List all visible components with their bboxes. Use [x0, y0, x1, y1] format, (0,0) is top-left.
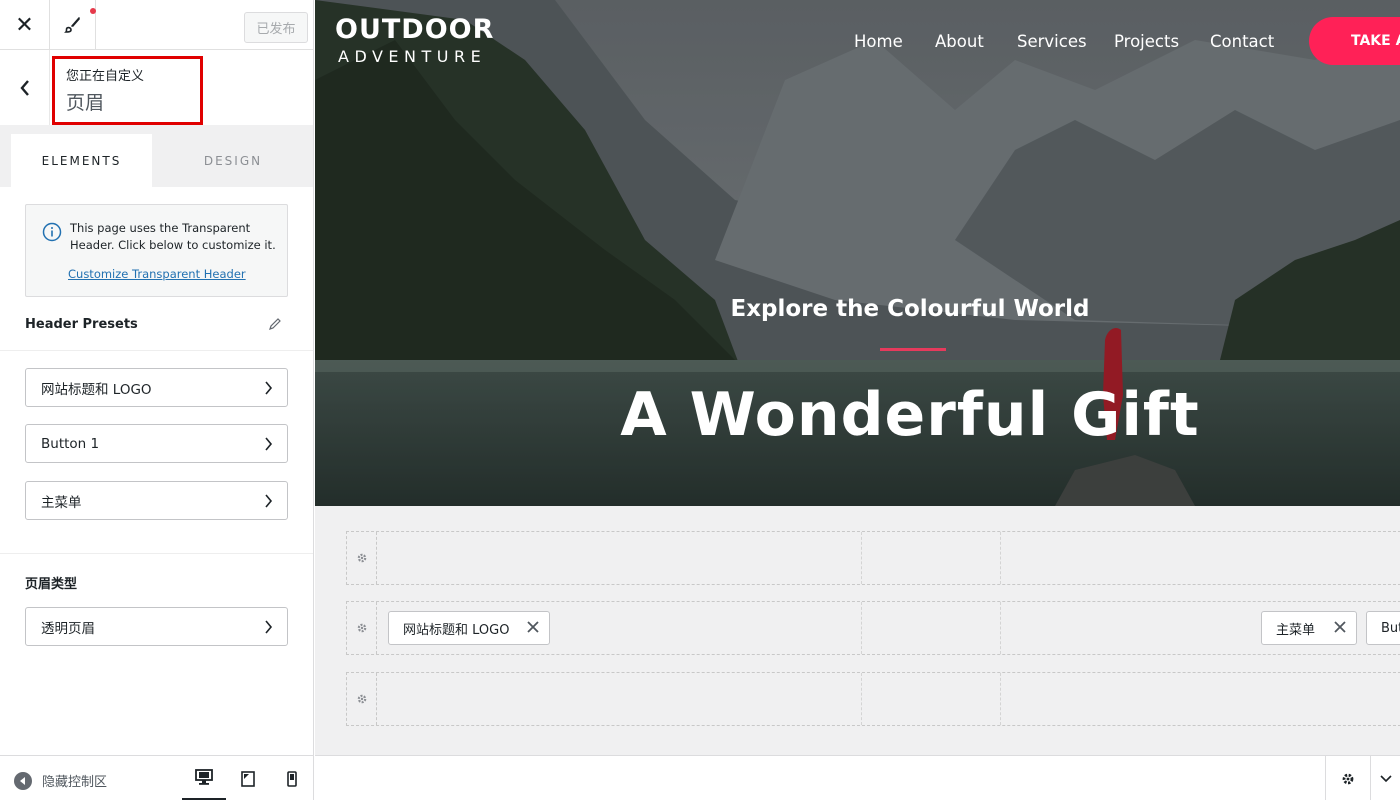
builder-row-top[interactable] [346, 531, 1400, 585]
site-preview: OUTDOOR ADVENTURE Home About Services Pr… [315, 0, 1400, 800]
customizer-app: ✕ 已发布 您正在自定义 页眉 ELEMENTS DESIGN This pag… [0, 0, 1400, 800]
element-row-button-1[interactable]: Button 1 [25, 424, 288, 463]
sidebar-footer: 隐藏控制区 [0, 755, 313, 800]
brush-icon[interactable] [50, 0, 96, 50]
column-divider [861, 602, 862, 654]
unsaved-dot [90, 8, 96, 14]
pencil-icon[interactable] [268, 317, 282, 331]
section-title: 页眉 [66, 92, 105, 114]
divider [0, 553, 313, 554]
chip-label: 网站标题和 LOGO [403, 622, 510, 638]
chevron-right-icon [265, 436, 273, 451]
close-icon[interactable] [526, 620, 540, 634]
chevron-right-icon [265, 380, 273, 395]
column-divider [1000, 532, 1001, 584]
element-row-main-menu[interactable]: 主菜单 [25, 481, 288, 520]
builder-chip-button[interactable]: Butt [1366, 611, 1400, 645]
element-row-label: Button 1 [41, 435, 100, 452]
element-row-label: 主菜单 [41, 494, 82, 511]
element-row-label: 网站标题和 LOGO [41, 381, 152, 398]
nav-projects[interactable]: Projects [1114, 32, 1179, 51]
sidebar-topbar: ✕ 已发布 [0, 0, 313, 50]
hide-controls-button[interactable]: 隐藏控制区 [14, 771, 107, 790]
chevron-left-icon [19, 79, 29, 96]
nav-contact[interactable]: Contact [1210, 32, 1274, 51]
chevron-right-icon [265, 493, 273, 508]
nav-services[interactable]: Services [1017, 32, 1087, 51]
desktop-icon[interactable] [182, 756, 226, 800]
header-type-row[interactable]: 透明页眉 [25, 607, 288, 646]
close-icon[interactable] [1333, 620, 1347, 634]
close-icon[interactable]: ✕ [0, 0, 50, 50]
cta-button[interactable]: TAKE A [1309, 17, 1400, 65]
hero-divider [880, 348, 946, 351]
column-divider [1000, 673, 1001, 725]
customize-transparent-header-link[interactable]: Customize Transparent Header [68, 267, 246, 281]
tab-design[interactable]: DESIGN [152, 134, 313, 187]
info-icon [42, 222, 62, 242]
panel-tabs: ELEMENTS DESIGN [0, 125, 313, 187]
element-row-site-title-logo[interactable]: 网站标题和 LOGO [25, 368, 288, 407]
elements-panel: This page uses the Transparent Header. C… [0, 187, 313, 755]
divider [0, 350, 313, 351]
column-divider [861, 673, 862, 725]
site-logo-title[interactable]: OUTDOOR [335, 14, 494, 45]
column-divider [1000, 602, 1001, 654]
gear-icon[interactable] [347, 532, 377, 584]
publish-button[interactable]: 已发布 [244, 12, 308, 43]
hide-controls-label: 隐藏控制区 [42, 775, 108, 790]
header-presets-title: Header Presets [25, 317, 138, 332]
nav-home[interactable]: Home [854, 32, 903, 51]
tab-elements[interactable]: ELEMENTS [11, 134, 152, 187]
back-button[interactable] [0, 50, 50, 125]
column-divider [861, 532, 862, 584]
builder-chip-main-menu[interactable]: 主菜单 [1261, 611, 1357, 645]
builder-chip-site-title-logo[interactable]: 网站标题和 LOGO [388, 611, 550, 645]
gear-icon[interactable] [1325, 756, 1370, 800]
header-type-label: 透明页眉 [41, 620, 95, 637]
site-logo-tagline: ADVENTURE [338, 47, 487, 66]
breadcrumb: 您正在自定义 页眉 [0, 50, 313, 125]
highlight-box: 您正在自定义 页眉 [52, 56, 203, 125]
hero-title: A Wonderful Gift [620, 380, 1200, 450]
breadcrumb-caption: 您正在自定义 [66, 69, 145, 84]
builder-row-main[interactable]: 网站标题和 LOGO 主菜单 Butt [346, 601, 1400, 655]
mobile-icon[interactable] [270, 756, 313, 800]
chevron-down-icon[interactable] [1370, 756, 1400, 800]
transparent-header-notice: This page uses the Transparent Header. C… [25, 204, 288, 297]
nav-about[interactable]: About [935, 32, 984, 51]
collapse-left-icon [14, 771, 32, 790]
header-builder: 网站标题和 LOGO 主菜单 Butt [315, 506, 1400, 755]
notice-text: This page uses the Transparent Header. C… [70, 221, 276, 252]
customizer-sidebar: ✕ 已发布 您正在自定义 页眉 ELEMENTS DESIGN This pag… [0, 0, 314, 800]
chip-label: Butt [1381, 620, 1400, 636]
gear-icon[interactable] [347, 673, 377, 725]
builder-footer [315, 755, 1400, 800]
gear-icon[interactable] [347, 602, 377, 654]
builder-row-bottom[interactable] [346, 672, 1400, 726]
hero-subtitle: Explore the Colourful World [730, 296, 1090, 322]
header-type-title: 页眉类型 [25, 577, 78, 592]
hero-section: OUTDOOR ADVENTURE Home About Services Pr… [315, 0, 1400, 506]
chevron-right-icon [265, 619, 273, 634]
chip-label: 主菜单 [1276, 622, 1316, 638]
tablet-icon[interactable] [226, 756, 270, 800]
